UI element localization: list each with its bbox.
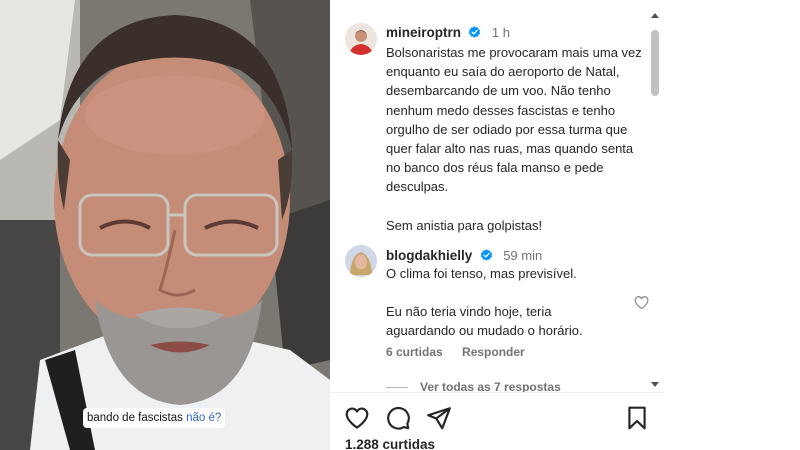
- comment-bubble-icon[interactable]: [385, 405, 411, 431]
- commenter-username[interactable]: blogdakhielly: [386, 248, 472, 263]
- comment-header: blogdakhielly 59 min: [386, 247, 542, 265]
- comment-paragraph: O clima foi tenso, mas previsível.: [386, 266, 577, 281]
- scroll-down-arrow-icon[interactable]: [651, 382, 659, 388]
- caption-paragraph: Bolsonaristas me provocaram mais uma vez…: [386, 45, 642, 195]
- caption-paragraph: Sem anistia para golpistas!: [386, 217, 543, 233]
- video-frame: [0, 0, 330, 450]
- post-action-bar: [330, 393, 664, 433]
- post-time: 1 h: [491, 25, 510, 40]
- replies-divider-line: [386, 387, 408, 389]
- author-avatar[interactable]: [345, 23, 377, 55]
- commenter-avatar-image: [345, 245, 377, 277]
- comment-meta: 6 curtidas Responder: [386, 345, 525, 359]
- comment-paragraph: Eu não teria vindo hoje, teria aguardand…: [386, 304, 583, 339]
- comment-likes-count[interactable]: 6 curtidas: [386, 345, 443, 359]
- heart-icon[interactable]: [344, 405, 370, 431]
- page-background-right: [664, 0, 800, 450]
- scroll-up-arrow-icon[interactable]: [651, 12, 659, 18]
- author-avatar-image: [345, 23, 377, 55]
- caption-highlight: não é?: [186, 412, 222, 424]
- author-username[interactable]: mineiroptrn: [386, 25, 461, 40]
- reply-button[interactable]: Responder: [462, 345, 525, 359]
- video-caption: bando de fascistas não é?: [83, 408, 226, 428]
- post-caption-text: Bolsonaristas me provocaram mais uma vez…: [386, 43, 648, 235]
- commenter-avatar[interactable]: [345, 245, 377, 277]
- comments-scroll-area[interactable]: mineiroptrn 1 h Bolsonaristas me provoca…: [330, 0, 664, 392]
- post-header: mineiroptrn 1 h: [386, 24, 510, 42]
- scrollbar-thumb[interactable]: [651, 30, 659, 96]
- caption-text: bando de fascistas: [87, 412, 183, 424]
- view-replies-button[interactable]: Ver todas as 7 respostas: [386, 380, 561, 392]
- verified-badge-icon: [469, 26, 481, 38]
- comment-time: 59 min: [503, 248, 543, 263]
- video-player[interactable]: bando de fascistas não é?: [0, 0, 330, 450]
- comments-scrollbar[interactable]: [648, 12, 662, 388]
- post-panel: mineiroptrn 1 h Bolsonaristas me provoca…: [330, 0, 664, 450]
- post-likes-count[interactable]: 1.288 curtidas: [345, 437, 435, 450]
- bookmark-icon[interactable]: [624, 405, 650, 431]
- view-replies-label: Ver todas as 7 respostas: [420, 380, 561, 392]
- verified-badge-icon: [480, 249, 492, 261]
- paper-plane-icon[interactable]: [426, 405, 452, 431]
- comment-text: O clima foi tenso, mas previsível. Eu nã…: [386, 264, 622, 341]
